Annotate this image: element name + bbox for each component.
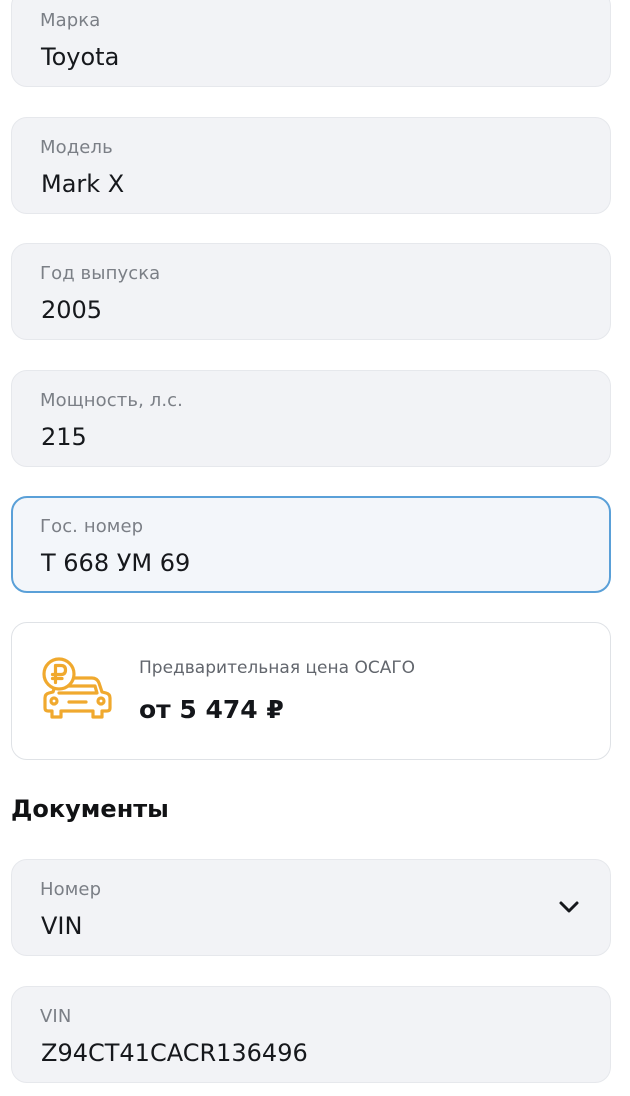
document-type-value: VIN [41,912,83,940]
document-type-label: Номер [40,879,102,900]
year-field[interactable]: Год выпуска 2005 [11,243,611,340]
documents-section-title: Документы [11,795,169,823]
vin-value: Z94CT41CACR136496 [41,1039,308,1067]
model-value: Mark X [41,170,125,198]
power-field[interactable]: Мощность, л.с. 215 [11,370,611,467]
price-value: от 5 474 ₽ [139,695,284,724]
model-field[interactable]: Модель Mark X [11,117,611,214]
power-value: 215 [41,423,87,451]
vin-label: VIN [40,1006,72,1027]
model-label: Модель [40,137,113,158]
brand-label: Марка [40,10,101,31]
plate-number-field[interactable]: Гос. номер Т 668 УМ 69 [11,496,611,593]
year-label: Год выпуска [40,263,161,284]
osago-price-card: Предварительная цена ОСАГО от 5 474 ₽ [11,622,611,760]
plate-number-value: Т 668 УМ 69 [41,549,191,577]
chevron-down-icon[interactable] [558,900,580,914]
vehicle-form: Марка Toyota Модель Mark X Год выпуска 2… [0,0,630,1096]
brand-field[interactable]: Марка Toyota [11,0,611,87]
document-type-select[interactable]: Номер VIN [11,859,611,956]
vin-field[interactable]: VIN Z94CT41CACR136496 [11,986,611,1083]
brand-value: Toyota [41,43,120,71]
price-label: Предварительная цена ОСАГО [139,658,416,678]
car-ruble-icon [42,657,112,719]
plate-number-label: Гос. номер [40,516,144,537]
year-value: 2005 [41,296,103,324]
power-label: Мощность, л.с. [40,390,183,411]
